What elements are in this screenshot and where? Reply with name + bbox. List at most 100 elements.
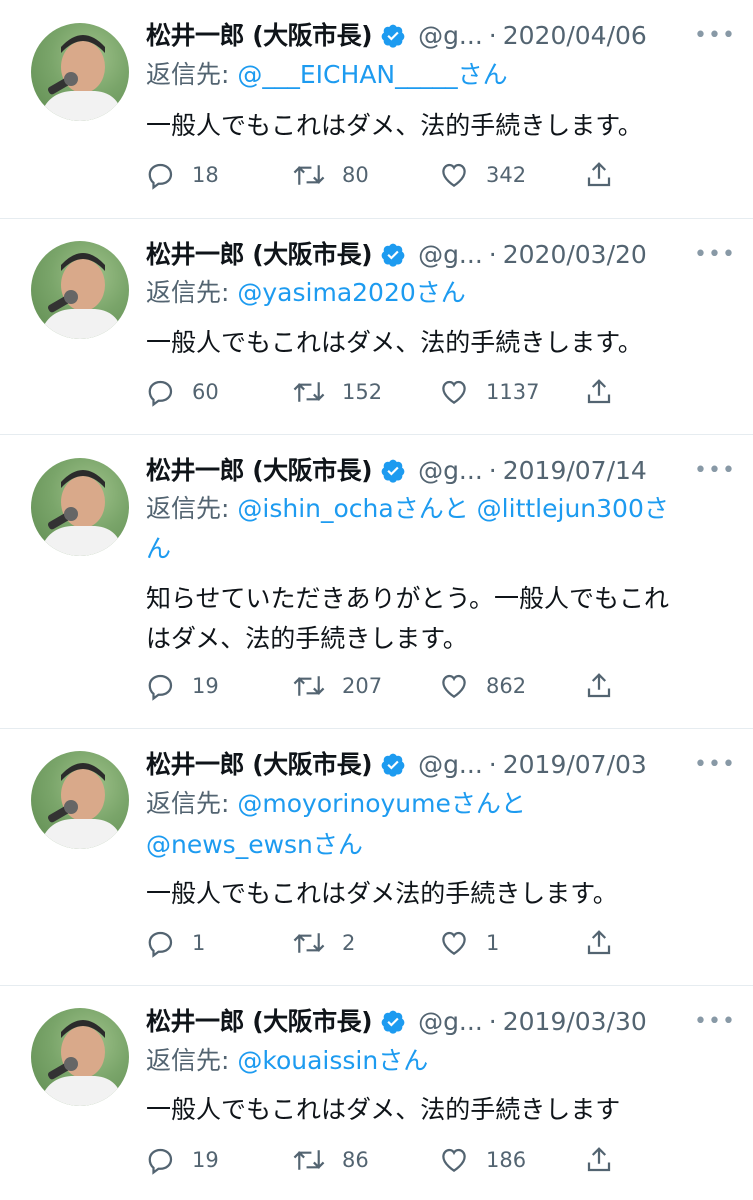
reply-button[interactable]: 19 bbox=[146, 671, 292, 701]
more-options-icon[interactable]: ••• bbox=[694, 18, 735, 54]
separator-dot: · bbox=[488, 21, 497, 50]
replying-to-label: 返信先: bbox=[146, 1046, 230, 1075]
retweet-button[interactable]: 2 bbox=[292, 928, 438, 958]
tweet-date[interactable]: 2019/07/14 bbox=[503, 453, 647, 489]
mention-suffix: さんと bbox=[393, 494, 469, 523]
tweet-header: 松井一郎 (大阪市長) @g... · 2019/03/30 ••• bbox=[146, 1004, 735, 1040]
reply-button[interactable]: 18 bbox=[146, 160, 292, 190]
mention-suffix: さん bbox=[378, 1046, 429, 1075]
retweet-count: 2 bbox=[342, 931, 356, 955]
like-icon bbox=[442, 1148, 466, 1172]
separator-dot: · bbox=[488, 240, 497, 269]
reply-button[interactable]: 60 bbox=[146, 377, 292, 407]
author-name[interactable]: 松井一郎 (大阪市長) bbox=[146, 1004, 373, 1040]
reply-button[interactable]: 1 bbox=[146, 928, 292, 958]
tweet-date[interactable]: 2020/03/20 bbox=[503, 237, 647, 273]
mention-link[interactable]: @littlejun300 bbox=[477, 494, 644, 523]
tweet[interactable]: 松井一郎 (大阪市長) @g... · 2020/03/20 ••• 返信先: … bbox=[0, 219, 753, 435]
author-name[interactable]: 松井一郎 (大阪市長) bbox=[146, 237, 373, 273]
replying-to: 返信先: @kouaissinさん bbox=[146, 1041, 723, 1081]
mention-link[interactable]: @kouaissin bbox=[237, 1046, 378, 1075]
tweet-actions: 19 207 862 bbox=[146, 668, 693, 704]
avatar[interactable] bbox=[31, 458, 129, 556]
tweet-text: 知らせていただきありがとう。一般人でもこれ bbox=[146, 584, 670, 613]
share-button[interactable] bbox=[584, 160, 630, 190]
mention-link[interactable]: @ishin_ocha bbox=[237, 494, 393, 523]
tweet-actions: 19 86 186 bbox=[146, 1142, 693, 1178]
reply-button[interactable]: 19 bbox=[146, 1145, 292, 1175]
like-icon bbox=[442, 163, 466, 187]
replying-to: 返信先: @___EICHAN_____さん bbox=[146, 55, 723, 95]
separator-dot: · bbox=[488, 750, 497, 779]
replying-to-continuation: ん bbox=[146, 529, 723, 569]
tweet[interactable]: 松井一郎 (大阪市長) @g... · 2020/04/06 ••• 返信先: … bbox=[0, 0, 753, 219]
author-handle[interactable]: @g... bbox=[418, 18, 483, 54]
like-icon bbox=[442, 380, 466, 404]
mention-link[interactable]: @___EICHAN_____ bbox=[237, 60, 457, 89]
share-button[interactable] bbox=[584, 671, 630, 701]
share-icon bbox=[587, 673, 611, 698]
retweet-count: 207 bbox=[342, 674, 383, 698]
verified-badge-icon bbox=[380, 1009, 406, 1035]
mention-link[interactable]: @news_ewsn bbox=[146, 830, 313, 859]
reply-icon bbox=[148, 1148, 173, 1175]
replying-to-label: 返信先: bbox=[146, 60, 230, 89]
retweet-button[interactable]: 86 bbox=[292, 1145, 438, 1175]
author-handle[interactable]: @g... bbox=[418, 747, 483, 783]
avatar[interactable] bbox=[31, 241, 129, 339]
replying-to: 返信先: @yasima2020さん bbox=[146, 273, 723, 313]
more-options-icon[interactable]: ••• bbox=[694, 747, 735, 783]
tweet-text: 一般人でもこれはダメ、法的手続きします。 bbox=[146, 328, 643, 357]
like-button[interactable]: 1137 bbox=[438, 377, 584, 407]
more-options-icon[interactable]: ••• bbox=[694, 453, 735, 489]
mention-link[interactable]: @moyorinoyume bbox=[237, 789, 450, 818]
more-options-icon[interactable]: ••• bbox=[694, 237, 735, 273]
tweet-date[interactable]: 2020/04/06 bbox=[503, 18, 647, 54]
share-button[interactable] bbox=[584, 1145, 630, 1175]
reply-icon bbox=[148, 931, 173, 958]
avatar[interactable] bbox=[31, 23, 129, 121]
author-handle[interactable]: @g... bbox=[418, 237, 483, 273]
tweet-text: 一般人でもこれはダメ、法的手続きします。 bbox=[146, 111, 643, 140]
verified-badge-icon bbox=[380, 23, 406, 49]
tweet-text: 一般人でもこれはダメ法的手続きします。 bbox=[146, 879, 618, 908]
retweet-button[interactable]: 207 bbox=[292, 671, 438, 701]
more-options-icon[interactable]: ••• bbox=[694, 1004, 735, 1040]
author-name[interactable]: 松井一郎 (大阪市長) bbox=[146, 747, 373, 783]
retweet-button[interactable]: 152 bbox=[292, 377, 438, 407]
share-button[interactable] bbox=[584, 928, 630, 958]
replying-to-continuation: @news_ewsnさん bbox=[146, 825, 723, 865]
tweet-actions: 18 80 342 bbox=[146, 157, 693, 193]
author-name[interactable]: 松井一郎 (大阪市長) bbox=[146, 18, 373, 54]
tweet[interactable]: 松井一郎 (大阪市長) @g... · 2019/07/14 ••• 返信先: … bbox=[0, 435, 753, 729]
replying-to-label: 返信先: bbox=[146, 278, 230, 307]
like-button[interactable]: 1 bbox=[438, 928, 584, 958]
avatar[interactable] bbox=[31, 1008, 129, 1106]
tweet[interactable]: 松井一郎 (大阪市長) @g... · 2019/07/03 ••• 返信先: … bbox=[0, 729, 753, 986]
retweet-icon bbox=[293, 382, 325, 402]
separator-dot: · bbox=[488, 456, 497, 485]
retweet-count: 80 bbox=[342, 163, 369, 187]
mention-link[interactable]: @yasima2020 bbox=[237, 278, 415, 307]
tweet-header: 松井一郎 (大阪市長) @g... · 2020/03/20 ••• bbox=[146, 237, 735, 273]
mention-suffix: さんと bbox=[450, 789, 526, 818]
like-button[interactable]: 342 bbox=[438, 160, 584, 190]
share-icon bbox=[587, 379, 611, 404]
author-name[interactable]: 松井一郎 (大阪市長) bbox=[146, 453, 373, 489]
retweet-icon bbox=[293, 1150, 325, 1170]
avatar[interactable] bbox=[31, 751, 129, 849]
author-handle[interactable]: @g... bbox=[418, 453, 483, 489]
retweet-button[interactable]: 80 bbox=[292, 160, 438, 190]
share-button[interactable] bbox=[584, 377, 630, 407]
verified-badge-icon bbox=[380, 752, 406, 778]
mention-suffix: ん bbox=[146, 534, 172, 563]
tweet-date[interactable]: 2019/03/30 bbox=[503, 1004, 647, 1040]
replying-to-label: 返信先: bbox=[146, 789, 230, 818]
verified-badge-icon bbox=[380, 242, 406, 268]
like-button[interactable]: 186 bbox=[438, 1145, 584, 1175]
mention-suffix: さん bbox=[457, 60, 508, 89]
like-button[interactable]: 862 bbox=[438, 671, 584, 701]
author-handle[interactable]: @g... bbox=[418, 1004, 483, 1040]
tweet[interactable]: 松井一郎 (大阪市長) @g... · 2019/03/30 ••• 返信先: … bbox=[0, 986, 753, 1200]
tweet-date[interactable]: 2019/07/03 bbox=[503, 747, 647, 783]
